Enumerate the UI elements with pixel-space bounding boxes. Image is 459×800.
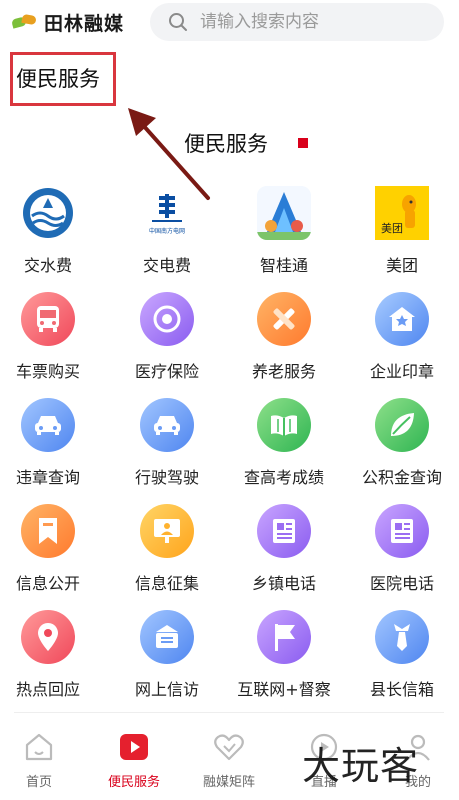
water-bureau-logo-icon — [21, 186, 75, 240]
medical-insurance-icon — [140, 292, 194, 346]
service-medical-insurance[interactable]: 医疗保险 — [112, 292, 222, 382]
car-icon — [140, 398, 194, 452]
nav-item-media-matrix[interactable]: 融媒矩阵 — [189, 732, 269, 790]
service-hospital-phone[interactable]: 医院电话 — [347, 504, 457, 594]
bus-icon — [21, 292, 75, 346]
service-enterprise-seal[interactable]: 企业印章 — [347, 292, 457, 382]
service-county-mailbox[interactable]: 县长信箱 — [347, 610, 457, 700]
seal-house-icon — [375, 292, 429, 346]
service-exam-score[interactable]: 查高考成绩 — [229, 398, 339, 488]
service-violation-query[interactable]: 违章查询 — [0, 398, 103, 488]
service-internet-inspection[interactable]: 互联网+督察 — [229, 610, 339, 700]
search-bar[interactable] — [150, 3, 444, 41]
logo-text: 田林融媒 — [44, 12, 125, 35]
service-housing-fund[interactable]: 公积金查询 — [347, 398, 457, 488]
home-icon — [23, 732, 55, 762]
watermark: 大玩客 — [302, 744, 420, 788]
header: 田林融媒 — [0, 0, 459, 46]
leaf-icon — [375, 398, 429, 452]
search-icon — [169, 13, 187, 31]
service-online-petition[interactable]: 网上信访 — [112, 610, 222, 700]
services-row: 违章查询 行驶驾驶 查高考成绩 公积金查询 — [0, 398, 459, 502]
car-icon — [21, 398, 75, 452]
open-book-icon — [257, 398, 311, 452]
newspaper-icon — [257, 504, 311, 558]
service-hotspot-response[interactable]: 热点回应 — [0, 610, 103, 700]
nav-item-home[interactable]: 首页 — [0, 732, 79, 790]
service-info-collection[interactable]: 信息征集 — [112, 504, 222, 594]
section-title: 便民服务 — [184, 132, 268, 156]
nav-item-services[interactable]: 便民服务 — [94, 732, 174, 790]
service-ticket-purchase[interactable]: 车票购买 — [0, 292, 103, 382]
service-water-bill[interactable]: 交水费 — [0, 186, 103, 276]
newspaper-icon — [375, 504, 429, 558]
service-elderly-care[interactable]: 养老服务 — [229, 292, 339, 382]
logo-leaf-icon — [11, 13, 38, 29]
flag-icon — [257, 610, 311, 664]
service-driving-license[interactable]: 行驶驾驶 — [112, 398, 222, 488]
search-input[interactable] — [200, 12, 430, 32]
presentation-board-icon — [140, 504, 194, 558]
service-zhiguitong[interactable]: 智桂通 — [229, 186, 339, 276]
nav-divider — [14, 712, 444, 713]
service-township-phone[interactable]: 乡镇电话 — [229, 504, 339, 594]
pencil-ruler-icon — [257, 292, 311, 346]
service-meituan[interactable]: 美团 美团 — [347, 186, 457, 276]
services-row: 交水费 中国南方电网 交电费 智桂通 美团 美团 — [0, 186, 459, 290]
tie-icon — [375, 610, 429, 664]
service-info-disclosure[interactable]: 信息公开 — [0, 504, 103, 594]
title-accent-dot — [298, 138, 308, 148]
services-row: 车票购买 医疗保险 养老服务 企业印章 — [0, 292, 459, 396]
service-electricity-bill[interactable]: 中国南方电网 交电费 — [112, 186, 222, 276]
bookmark-icon — [21, 504, 75, 558]
app-logo[interactable]: 田林融媒 — [11, 10, 125, 35]
play-button-icon — [118, 732, 150, 762]
heart-icon — [213, 732, 245, 762]
services-row: 热点回应 网上信访 互联网+督察 县长信箱 — [0, 610, 459, 714]
zhiguitong-app-icon — [257, 186, 311, 240]
services-row: 信息公开 信息征集 乡镇电话 医院电话 — [0, 504, 459, 608]
mailbox-icon — [140, 610, 194, 664]
china-southern-grid-logo-icon: 中国南方电网 — [140, 186, 194, 240]
location-pin-icon — [21, 610, 75, 664]
annotation-label: 便民服务 — [16, 67, 100, 91]
meituan-app-icon: 美团 — [375, 186, 429, 240]
